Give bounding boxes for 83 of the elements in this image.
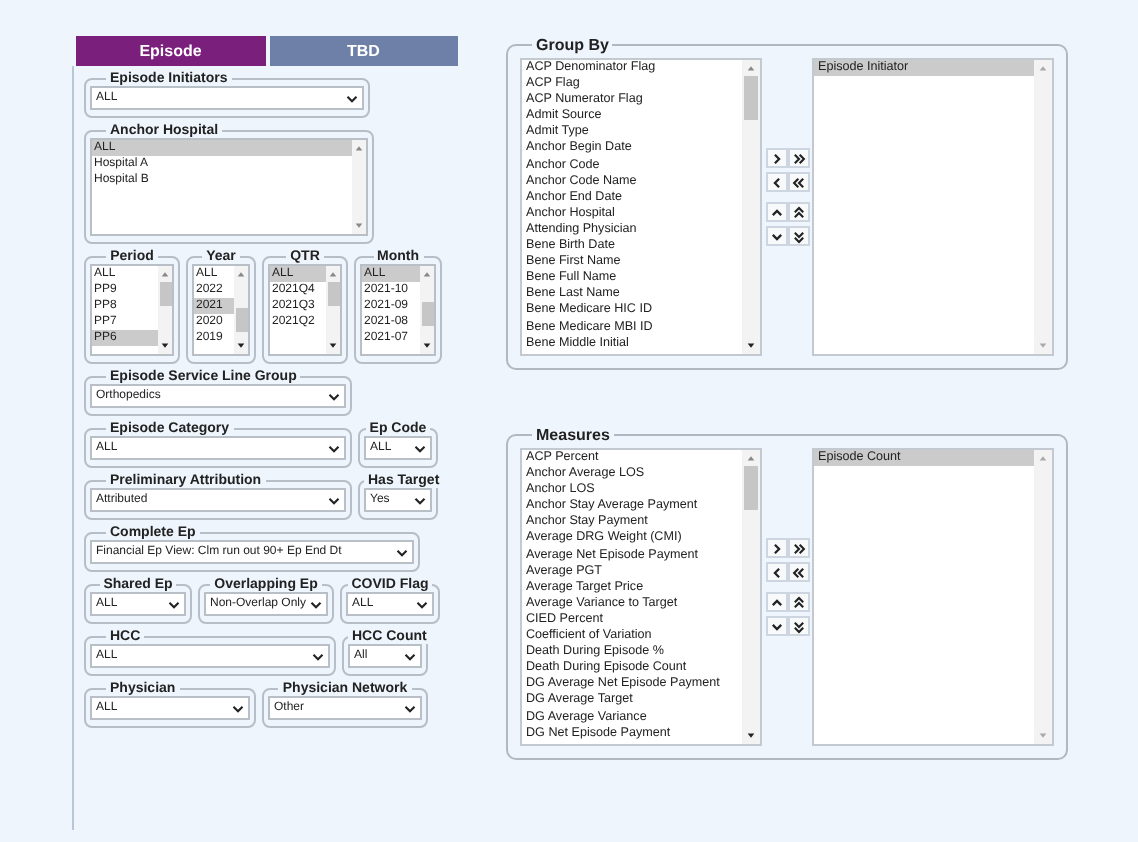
caret-icon xyxy=(404,703,416,713)
scrollbar[interactable] xyxy=(158,266,172,354)
move-button[interactable] xyxy=(787,226,809,246)
move-button[interactable] xyxy=(765,616,787,636)
scrollbar[interactable] xyxy=(234,266,248,354)
scroll-up-icon xyxy=(746,454,756,462)
scroll-thumb[interactable] xyxy=(327,282,339,306)
scroll-down-icon xyxy=(1038,342,1048,350)
double-chevron-right-icon xyxy=(791,541,805,555)
scroll-up-icon xyxy=(328,270,338,278)
move-button[interactable] xyxy=(787,202,809,222)
move-button[interactable] xyxy=(787,172,809,192)
double-chevron-down-icon xyxy=(791,619,805,633)
caret-icon xyxy=(414,495,426,505)
scroll-up-icon xyxy=(746,64,756,72)
tab[interactable]: TBD xyxy=(269,36,458,66)
scroll-down-icon xyxy=(746,732,756,740)
scroll-thumb[interactable] xyxy=(421,301,433,326)
scrollbar[interactable] xyxy=(742,60,760,354)
double-chevron-left-icon xyxy=(791,175,805,189)
move-button[interactable] xyxy=(765,148,787,168)
scroll-thumb[interactable] xyxy=(744,466,758,510)
caret-icon xyxy=(232,703,244,713)
double-chevron-up-icon xyxy=(791,595,805,609)
scroll-thumb[interactable] xyxy=(744,76,758,120)
chevron-up-icon xyxy=(769,205,783,219)
chevron-right-icon xyxy=(769,151,783,165)
scrollbar[interactable] xyxy=(1034,60,1052,354)
scrollbar[interactable] xyxy=(326,266,340,354)
scroll-down-icon xyxy=(160,342,170,350)
chevron-down-icon xyxy=(769,229,783,243)
move-button[interactable] xyxy=(787,562,809,582)
move-button[interactable] xyxy=(787,592,809,612)
scroll-down-icon xyxy=(236,342,246,350)
move-button[interactable] xyxy=(765,592,787,612)
caret-icon xyxy=(328,443,340,453)
scrollbar[interactable] xyxy=(742,450,760,744)
move-button[interactable] xyxy=(787,148,809,168)
caret-icon xyxy=(310,599,323,609)
chevron-left-icon xyxy=(769,565,783,579)
chevron-up-icon xyxy=(769,595,783,609)
scroll-thumb[interactable] xyxy=(235,307,247,332)
scrollbar[interactable] xyxy=(1034,450,1052,744)
chevron-down-icon xyxy=(769,619,783,633)
caret-icon xyxy=(396,547,408,557)
caret-icon xyxy=(416,599,428,609)
double-chevron-right-icon xyxy=(791,151,805,165)
scroll-up-icon xyxy=(1038,454,1048,462)
caret-icon xyxy=(346,93,358,103)
move-button[interactable] xyxy=(787,616,809,636)
double-chevron-up-icon xyxy=(791,205,805,219)
caret-icon xyxy=(328,391,340,401)
chevron-right-icon xyxy=(769,541,783,555)
scroll-down-icon xyxy=(354,222,364,230)
scroll-down-icon xyxy=(422,342,432,350)
scroll-up-icon xyxy=(160,270,170,278)
move-button[interactable] xyxy=(765,538,787,558)
scroll-down-icon xyxy=(746,342,756,350)
double-chevron-down-icon xyxy=(791,229,805,243)
scroll-down-icon xyxy=(328,342,338,350)
caret-icon xyxy=(168,599,180,609)
move-button[interactable] xyxy=(765,562,787,582)
move-button[interactable] xyxy=(765,202,787,222)
scroll-up-icon xyxy=(236,270,246,278)
scroll-up-icon xyxy=(422,270,432,278)
tab[interactable]: Episode xyxy=(76,36,265,66)
move-button[interactable] xyxy=(787,538,809,558)
scroll-up-icon xyxy=(1038,64,1048,72)
double-chevron-left-icon xyxy=(791,565,805,579)
chevron-left-icon xyxy=(769,175,783,189)
panel-title: Measures xyxy=(534,426,612,444)
panel-title: Group By xyxy=(534,36,611,54)
scrollbar[interactable] xyxy=(420,266,434,354)
move-button[interactable] xyxy=(765,226,787,246)
move-button[interactable] xyxy=(765,172,787,192)
scroll-down-icon xyxy=(1038,732,1048,740)
scroll-thumb[interactable] xyxy=(159,282,171,306)
caret-icon xyxy=(312,651,324,661)
caret-icon xyxy=(414,443,426,453)
caret-icon xyxy=(328,495,340,505)
scroll-up-icon xyxy=(354,144,364,152)
caret-icon xyxy=(404,651,416,661)
scrollbar[interactable] xyxy=(352,140,366,234)
